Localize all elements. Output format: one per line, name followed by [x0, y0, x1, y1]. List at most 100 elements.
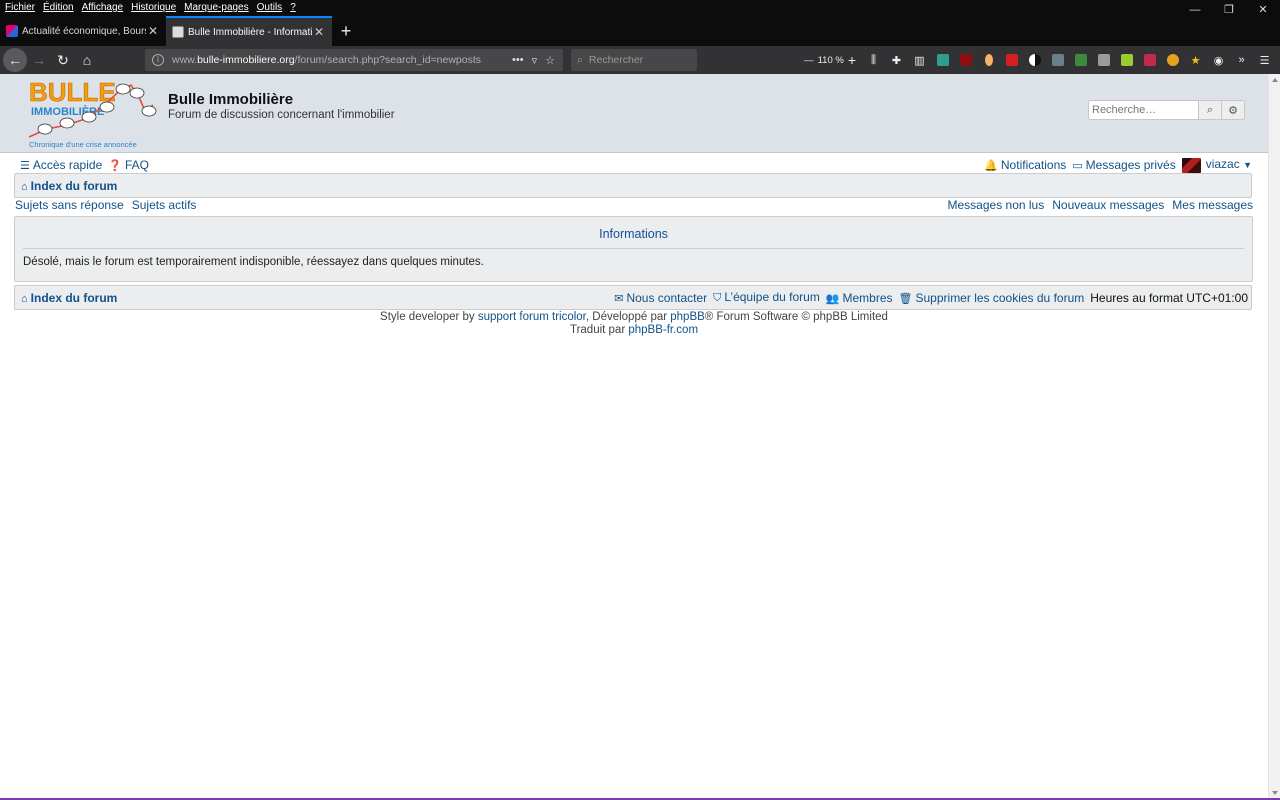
envelope-icon: ✉	[614, 292, 624, 305]
overflow-icon[interactable]: »	[1230, 49, 1253, 71]
notifications-link[interactable]: 🔔 Notifications	[984, 158, 1066, 172]
navigation-toolbar: ← → ↻ ⌂ i www. bulle-immobiliere.org/foru…	[0, 46, 1280, 74]
tab-actualite[interactable]: Actualité économique, Bourse, Sta ✕	[0, 16, 166, 46]
new-tab-button[interactable]: +	[332, 16, 360, 46]
shield-icon: ⛉	[713, 292, 722, 304]
phpbb-fr-link[interactable]: phpBB-fr.com	[628, 324, 698, 336]
zoom-controls: — 110 % +	[804, 52, 856, 68]
forward-button[interactable]: →	[27, 48, 51, 72]
forum-search-input[interactable]: Recherche…	[1088, 100, 1199, 120]
menu-historique[interactable]: Historique	[127, 0, 180, 16]
unanswered-topics-link[interactable]: Sujets sans réponse	[15, 198, 124, 214]
toolbar-extensions: — 110 % + ⫼ ✚ ▥ ★ ◉ » ☰	[804, 49, 1280, 71]
notifications-label: Notifications	[1000, 157, 1067, 172]
home-button[interactable]: ⌂	[75, 48, 99, 72]
page-content: BULLE IMMOBILIÈRE Chronique d'une crise …	[0, 74, 1268, 799]
dark-mode-icon[interactable]	[1023, 49, 1046, 71]
site-title: Bulle Immobilière	[168, 91, 294, 108]
timezone-info: Heures au format UTC+01:00	[1090, 290, 1248, 305]
caret-down-icon: ▼	[1243, 160, 1252, 171]
info-icon[interactable]: i	[152, 54, 164, 66]
more-actions-icon[interactable]: •••	[512, 54, 524, 67]
url-domain: bulle-immobiliere.org	[197, 54, 295, 66]
scroll-down-icon[interactable]	[1272, 791, 1278, 795]
ublock-icon[interactable]	[954, 49, 977, 71]
account-icon[interactable]: ◉	[1207, 49, 1230, 71]
team-link[interactable]: ⛉ L’équipe du forum	[713, 290, 820, 305]
home-icon: ⌂	[82, 52, 92, 68]
extension-gray-icon[interactable]	[1092, 49, 1115, 71]
menu-fichier[interactable]: Fichier	[0, 0, 39, 16]
menu-marque-pages[interactable]: Marque-pages	[180, 0, 252, 16]
menu-aide[interactable]: ?	[286, 0, 300, 16]
library-icon[interactable]: ⫼	[862, 49, 885, 71]
extension-orange-icon[interactable]	[977, 49, 1000, 71]
delete-cookies-link[interactable]: 🗑 Supprimer les cookies du forum	[899, 291, 1085, 305]
tab-strip: Actualité économique, Bourse, Sta ✕ Bull…	[0, 16, 1280, 46]
members-link[interactable]: 👥 Membres	[826, 291, 893, 305]
browser-search-placeholder: Rechercher	[588, 54, 644, 66]
hamburger-menu-icon[interactable]: ☰	[1253, 49, 1276, 71]
inbox-icon: ▭	[1072, 159, 1083, 172]
extension-green-icon[interactable]	[1069, 49, 1092, 71]
breadcrumb-index-link[interactable]: ⌂ Index du forum	[21, 179, 117, 193]
user-menu[interactable]: viazac ▼	[1181, 157, 1252, 173]
footer-index-link[interactable]: ⌂ Index du forum	[21, 291, 117, 305]
extension-lime-icon[interactable]	[1115, 49, 1138, 71]
footer-dev-prefix: , Développé par	[585, 311, 671, 323]
site-description: Forum de discussion concernant l'immobil…	[168, 109, 395, 121]
flash-icon[interactable]	[1000, 49, 1023, 71]
sidebar-icon[interactable]: ▥	[908, 49, 931, 71]
active-topics-link[interactable]: Sujets actifs	[132, 198, 197, 214]
trash-icon: 🗑	[898, 292, 913, 305]
browser-menubar: Fichier Édition Affichage Historique Mar…	[0, 0, 1280, 16]
advanced-search-button[interactable]: ⚙	[1222, 100, 1245, 120]
phpbb-link[interactable]: phpBB	[670, 311, 705, 323]
quick-access-label: Accès rapide	[32, 158, 103, 172]
bell-icon: 🔔	[984, 159, 998, 172]
page-scrollbar[interactable]	[1268, 74, 1280, 799]
private-messages-link[interactable]: ▭ Messages privés	[1072, 158, 1175, 172]
reload-icon: ↻	[57, 51, 69, 68]
tab-bulle-immobiliere[interactable]: Bulle Immobilière - Informations ✕	[166, 16, 332, 46]
back-button[interactable]: ←	[3, 48, 27, 72]
scroll-up-icon[interactable]	[1272, 78, 1278, 82]
extension-screenshot-icon[interactable]	[931, 49, 954, 71]
forum-search-button[interactable]: ⌕	[1199, 100, 1222, 120]
home-icon: ⌂	[21, 180, 28, 193]
extension-red-icon[interactable]	[1138, 49, 1161, 71]
zoom-in-icon[interactable]: +	[848, 52, 856, 68]
new-posts-link[interactable]: Nouveaux messages	[1052, 198, 1164, 214]
search-icon: ⌕	[1206, 103, 1214, 116]
url-bar[interactable]: i www. bulle-immobiliere.org/forum/search…	[145, 49, 563, 71]
zoom-level[interactable]: 110 %	[818, 55, 844, 66]
extension-yellow-icon[interactable]	[1161, 49, 1184, 71]
extension-grid-icon[interactable]	[1046, 49, 1069, 71]
footer-dev-suffix: ® Forum Software © phpBB Limited	[704, 311, 888, 323]
information-panel: Informations Désolé, mais le forum est t…	[14, 216, 1253, 282]
menu-outils[interactable]: Outils	[253, 0, 287, 16]
unread-posts-link[interactable]: Messages non lus	[948, 198, 1045, 214]
puzzle-icon[interactable]: ✚	[885, 49, 908, 71]
question-circle-icon: ❓	[108, 160, 122, 172]
logo-tagline: Chronique d'une crise annoncée	[29, 140, 137, 149]
star-icon[interactable]: ★	[1184, 49, 1207, 71]
contact-link[interactable]: ✉ Nous contacter	[614, 291, 707, 305]
tab-close-icon[interactable]: ✕	[312, 25, 326, 39]
zoom-out-icon[interactable]: —	[804, 55, 814, 66]
reload-button[interactable]: ↻	[51, 48, 75, 72]
pocket-icon[interactable]: ▿	[532, 54, 538, 67]
my-posts-link[interactable]: Mes messages	[1172, 198, 1253, 214]
browser-search-bar[interactable]: ⌕ Rechercher	[571, 49, 697, 71]
support-forum-link[interactable]: support forum tricolor	[478, 311, 586, 323]
faq-label: FAQ	[124, 158, 149, 172]
footer-navbar: ⌂ Index du forum ✉ Nous contacter ⛉ L’équip…	[14, 285, 1252, 310]
faq-link[interactable]: ❓ FAQ	[108, 158, 149, 172]
site-logo[interactable]: BULLE IMMOBILIÈRE Chronique d'une crise …	[27, 77, 159, 149]
tab-favicon-icon	[172, 26, 184, 38]
quick-access-link[interactable]: ☰ Accès rapide	[20, 158, 102, 172]
menu-edition[interactable]: Édition	[39, 0, 78, 16]
menu-affichage[interactable]: Affichage	[78, 0, 128, 16]
tab-close-icon[interactable]: ✕	[146, 24, 160, 38]
bookmark-star-icon[interactable]: ☆	[545, 54, 555, 67]
